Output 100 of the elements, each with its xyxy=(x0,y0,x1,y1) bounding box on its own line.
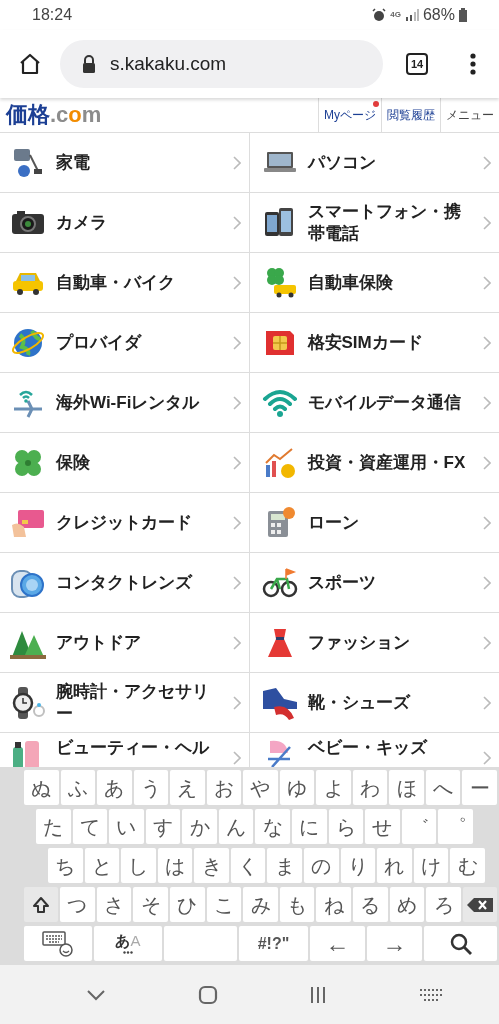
category-link[interactable]: 投資・資産運用・FX xyxy=(249,433,499,493)
input-mode-key[interactable]: あA xyxy=(94,926,162,961)
key[interactable]: ほ xyxy=(389,770,424,805)
category-link[interactable]: アウトドア xyxy=(0,613,250,673)
key[interactable]: ひ xyxy=(169,887,205,922)
key[interactable]: し xyxy=(121,848,156,883)
chevron-right-icon xyxy=(483,275,491,290)
header-link[interactable]: Myページ xyxy=(318,98,381,132)
key[interactable]: ー xyxy=(462,770,497,805)
key[interactable]: く xyxy=(230,848,266,883)
header-link[interactable]: メニュー xyxy=(440,98,499,132)
chevron-right-icon xyxy=(483,155,491,170)
chevron-right-icon xyxy=(232,695,241,710)
category-link[interactable]: 腕時計・アクセサリー xyxy=(0,673,250,733)
key[interactable]: そ xyxy=(133,887,168,922)
emoji-keyboard-key[interactable] xyxy=(24,926,92,961)
category-link[interactable]: ファッション xyxy=(249,613,499,673)
category-link[interactable]: スポーツ xyxy=(249,553,499,613)
keyboard-switch-button[interactable] xyxy=(419,987,444,1002)
hide-keyboard-button[interactable] xyxy=(85,988,106,1001)
chevron-right-icon xyxy=(483,335,491,350)
key[interactable]: つ xyxy=(60,887,95,922)
category-link[interactable]: プロバイダ xyxy=(0,313,250,373)
key[interactable]: み xyxy=(243,887,278,922)
key[interactable]: と xyxy=(84,848,120,883)
key[interactable]: け xyxy=(413,848,449,883)
key[interactable]: も xyxy=(279,887,315,922)
category-link[interactable]: 海外Wi-Fiレンタル xyxy=(0,373,250,433)
category-link[interactable]: カメラ xyxy=(0,193,250,253)
home-nav-button[interactable] xyxy=(197,984,218,1005)
category-link[interactable]: クレジットカード xyxy=(0,493,250,553)
key[interactable]: ま xyxy=(267,848,303,883)
backspace-key[interactable] xyxy=(463,887,498,922)
key[interactable]: れ xyxy=(377,848,412,883)
chevron-right-icon xyxy=(232,515,241,530)
key[interactable]: わ xyxy=(352,770,388,805)
recents-button[interactable] xyxy=(309,985,328,1004)
key[interactable]: る xyxy=(353,887,388,922)
key[interactable]: ち xyxy=(48,848,83,883)
arrow-key[interactable]: ← xyxy=(310,926,365,961)
key[interactable]: ゆ xyxy=(279,770,315,805)
arrow-key[interactable]: → xyxy=(367,926,422,961)
category-link[interactable]: コンタクトレンズ xyxy=(0,553,250,613)
key[interactable]: た xyxy=(36,809,71,844)
key[interactable]: り xyxy=(340,848,376,883)
key[interactable]: ゜ xyxy=(438,809,473,844)
shift-key[interactable] xyxy=(24,887,58,922)
key[interactable]: ふ xyxy=(60,770,96,805)
key[interactable]: き xyxy=(194,848,229,883)
key[interactable]: の xyxy=(304,848,339,883)
category-link[interactable]: 自動車保険 xyxy=(249,253,499,313)
key[interactable]: な xyxy=(255,809,291,844)
more-menu-button[interactable] xyxy=(469,52,477,76)
key[interactable]: え xyxy=(170,770,205,805)
key[interactable]: こ xyxy=(206,887,242,922)
category-link[interactable]: 格安SIMカード xyxy=(249,313,499,373)
key[interactable]: む xyxy=(450,848,485,883)
home-square-icon xyxy=(197,984,218,1005)
search-icon xyxy=(448,931,473,956)
address-bar[interactable]: s.kakaku.com xyxy=(60,40,383,88)
header-link[interactable]: 閲覧履歴 xyxy=(381,98,440,132)
category-link[interactable]: スマートフォン・携帯電話 xyxy=(249,193,499,253)
key[interactable]: め xyxy=(389,887,425,922)
chevron-right-icon xyxy=(232,575,241,590)
key[interactable]: は xyxy=(157,848,193,883)
key[interactable]: あ xyxy=(97,770,132,805)
key[interactable]: て xyxy=(72,809,108,844)
key[interactable]: ろ xyxy=(426,887,462,922)
category-link[interactable]: 靴・シューズ xyxy=(249,673,499,733)
chevron-down-icon xyxy=(85,988,106,1001)
key[interactable]: へ xyxy=(425,770,461,805)
key[interactable]: せ xyxy=(365,809,400,844)
category-link[interactable]: ローン xyxy=(249,493,499,553)
key[interactable]: ぬ xyxy=(24,770,59,805)
category-link[interactable]: パソコン xyxy=(249,133,499,193)
backspace-icon xyxy=(467,897,494,912)
symbol-key[interactable]: #!?" xyxy=(239,926,308,961)
key[interactable]: や xyxy=(243,770,278,805)
key[interactable]: い xyxy=(109,809,144,844)
search-key[interactable] xyxy=(424,926,497,961)
category-link[interactable]: モバイルデータ通信 xyxy=(249,373,499,433)
key[interactable]: お xyxy=(206,770,242,805)
key[interactable]: に xyxy=(292,809,327,844)
category-link[interactable]: 保険 xyxy=(0,433,250,493)
key[interactable]: ね xyxy=(316,887,352,922)
key[interactable]: か xyxy=(182,809,217,844)
key[interactable]: す xyxy=(145,809,181,844)
key[interactable]: う xyxy=(133,770,169,805)
key[interactable]: さ xyxy=(96,887,132,922)
key[interactable]: ゛ xyxy=(401,809,437,844)
tab-count-button[interactable]: 14 xyxy=(406,53,428,75)
chevron-right-icon xyxy=(483,455,491,470)
site-logo[interactable]: 価格.com xyxy=(0,104,102,126)
key[interactable]: ら xyxy=(328,809,364,844)
key[interactable]: ん xyxy=(218,809,254,844)
category-link[interactable]: 自動車・バイク xyxy=(0,253,250,313)
keyboard-smiley-icon xyxy=(42,930,74,957)
key[interactable]: よ xyxy=(316,770,351,805)
category-link[interactable]: 家電 xyxy=(0,133,250,193)
chevron-right-icon xyxy=(232,275,241,290)
